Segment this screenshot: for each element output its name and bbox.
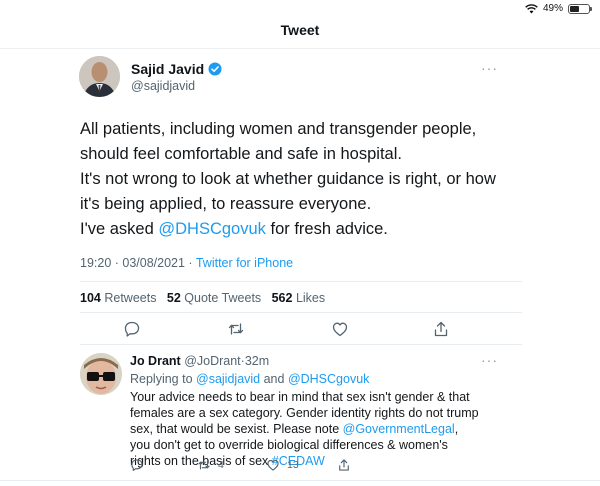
reply-share-icon[interactable] [337, 458, 351, 472]
divider [80, 312, 522, 313]
reply-like-button[interactable]: 13 [266, 458, 299, 472]
status-bar: 49% [525, 3, 592, 14]
reply-time: 32m [244, 354, 270, 368]
wifi-icon [525, 3, 538, 13]
reply-icon[interactable] [123, 320, 141, 338]
reply-text: Your advice needs to bear in mind that s… [130, 390, 479, 468]
like-icon [267, 459, 279, 471]
retweets-stat[interactable]: 104 Retweets [80, 291, 156, 305]
tweet-paragraph-2: It's not wrong to look at whether guidan… [80, 170, 496, 213]
header-divider [0, 48, 600, 49]
like-icon[interactable] [331, 320, 349, 338]
divider [80, 344, 522, 345]
reply-author-handle[interactable]: @JoDrant [184, 354, 240, 368]
share-icon[interactable] [432, 320, 450, 338]
divider [80, 281, 522, 282]
reply-reply-icon[interactable] [130, 458, 144, 472]
mention-link[interactable]: @GovernmentLegal [343, 422, 455, 436]
reply-author-name[interactable]: Jo Drant [130, 354, 181, 368]
battery-percent: 49% [542, 3, 563, 14]
reply-retweet-button[interactable]: 4 [197, 458, 224, 472]
retweet-icon [198, 460, 210, 470]
quote-tweets-stat[interactable]: 52 Quote Tweets [167, 291, 261, 305]
source-link[interactable]: Twitter for iPhone [196, 256, 293, 270]
divider [0, 480, 600, 481]
reply-like-count: 13 [287, 459, 299, 471]
reply-retweet-count: 4 [218, 459, 224, 471]
mention-link[interactable]: @sajidjavid [196, 372, 260, 386]
author-name[interactable]: Sajid Javid [131, 61, 222, 77]
mention-link[interactable]: @DHSCgovuk [288, 372, 369, 386]
reply-header: Jo Drant @JoDrant·32m [130, 354, 270, 368]
reply-more-options-icon[interactable]: ··· [481, 352, 498, 368]
verified-icon [208, 62, 222, 76]
tweet-paragraph-3: I've asked @DHSCgovuk for fresh advice. [80, 220, 388, 238]
tweet-timestamp: 19:20 · 03/08/2021 [80, 256, 185, 270]
reply-author-avatar[interactable] [80, 353, 122, 395]
page-title: Tweet [280, 22, 320, 38]
author-avatar[interactable] [79, 56, 120, 97]
tweet-meta: 19:20 · 03/08/2021 · Twitter for iPhone [80, 256, 294, 270]
replying-to: Replying to @sajidjavid and @DHSCgovuk [130, 372, 370, 386]
battery-icon [568, 3, 592, 14]
retweet-icon[interactable] [227, 320, 245, 338]
likes-stat[interactable]: 562 Likes [272, 291, 326, 305]
tweet-stats: 104 Retweets 52 Quote Tweets 562 Likes [80, 291, 325, 305]
more-options-icon[interactable]: ··· [481, 60, 498, 76]
tweet-paragraph-1: All patients, including women and transg… [80, 120, 477, 163]
author-handle[interactable]: @sajidjavid [131, 79, 195, 93]
mention-link[interactable]: @DHSCgovuk [158, 220, 266, 238]
